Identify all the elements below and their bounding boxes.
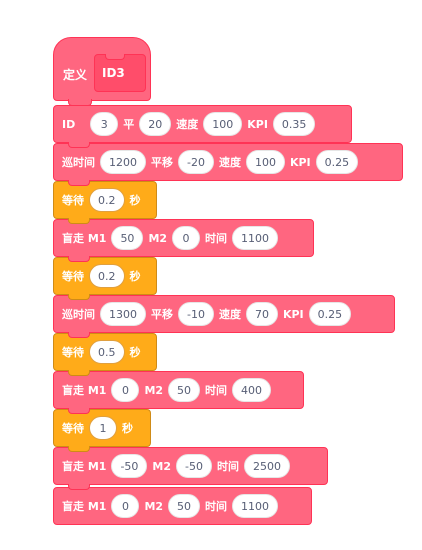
input-m1[interactable]: -50	[111, 454, 148, 478]
id-call-block[interactable]: ID 3 平 20 速度 100 KPI 0.35	[53, 105, 352, 148]
input-time[interactable]: 1100	[232, 494, 279, 518]
input-shift[interactable]: -10	[178, 302, 214, 326]
block-label-patrol-time: 巡时间	[62, 156, 95, 169]
block-label-speed: 速度	[218, 308, 241, 321]
input-time[interactable]: 400	[232, 378, 272, 402]
input-ping[interactable]: 20	[139, 112, 172, 136]
block-label-m2: M2	[144, 383, 164, 397]
block-bottom-tab	[68, 370, 90, 376]
block-label-m2: M2	[152, 459, 172, 473]
block-label-wait: 等待	[62, 194, 84, 207]
block-bottom-tab	[68, 218, 90, 224]
input-wait-seconds[interactable]: 1	[89, 416, 117, 440]
input-time[interactable]: 1100	[232, 226, 279, 250]
block-label-shift: 平移	[151, 156, 173, 169]
block-label-kpi: KPI	[282, 307, 304, 321]
block-label-speed: 速度	[176, 118, 199, 131]
input-shift[interactable]: -20	[178, 150, 214, 174]
block-label-wait: 等待	[62, 422, 84, 435]
input-m1[interactable]: 0	[111, 378, 140, 402]
input-m2[interactable]: 50	[168, 494, 201, 518]
code-canvas: 定义 ID3 ID 3 平 20 速度 100 KPI 0.35 巡时间 120…	[0, 0, 422, 550]
block-bottom-tab	[68, 294, 90, 300]
block-bottom-tab	[68, 484, 90, 490]
input-m1[interactable]: 0	[111, 494, 140, 518]
block-label-time: 时间	[205, 232, 228, 245]
block-label-wait: 等待	[62, 270, 84, 283]
input-kpi[interactable]: 0.35	[272, 112, 316, 136]
input-wait-seconds[interactable]: 0.2	[89, 264, 125, 288]
wait-block[interactable]: 等待 0.2 秒	[53, 257, 157, 300]
input-kpi[interactable]: 0.25	[308, 302, 352, 326]
blind-walk-block[interactable]: 盲走 M1 0 M2 50 时间 400	[53, 371, 304, 414]
wait-block[interactable]: 等待 0.5 秒	[53, 333, 157, 376]
input-m2[interactable]: 0	[172, 226, 201, 250]
input-m2[interactable]: 50	[168, 378, 201, 402]
block-label-blind-m1: 盲走 M1	[62, 500, 107, 513]
block-bottom-tab	[68, 180, 90, 186]
define-block[interactable]: 定义 ID3	[53, 37, 151, 106]
input-wait-seconds[interactable]: 0.2	[89, 188, 125, 212]
block-label-wait: 等待	[62, 346, 84, 359]
wait-block[interactable]: 等待 0.2 秒	[53, 181, 157, 224]
block-label-patrol-time: 巡时间	[62, 308, 95, 321]
input-patrol-time[interactable]: 1300	[100, 302, 146, 326]
block-bottom-tab	[68, 332, 90, 338]
procedure-name: ID3	[102, 66, 125, 80]
block-bottom-tab	[68, 408, 90, 414]
input-m1[interactable]: 50	[111, 226, 144, 250]
procedure-prototype[interactable]: ID3	[94, 54, 146, 92]
block-bottom-tab	[68, 142, 90, 148]
block-label-shift: 平移	[151, 308, 173, 321]
prototype-notch	[105, 54, 125, 60]
input-patrol-time[interactable]: 1200	[100, 150, 146, 174]
input-wait-seconds[interactable]: 0.5	[89, 340, 125, 364]
block-label-m2: M2	[148, 231, 168, 245]
block-label-m2: M2	[144, 499, 164, 513]
block-bottom-tab	[68, 446, 90, 452]
block-label-speed: 速度	[218, 156, 241, 169]
blind-walk-block[interactable]: 盲走 M1 0 M2 50 时间 1100	[53, 487, 312, 525]
block-label-seconds: 秒	[129, 270, 141, 283]
block-label-seconds: 秒	[129, 346, 141, 359]
define-label: 定义	[63, 68, 88, 82]
block-bottom-tab	[68, 256, 90, 262]
block-label-seconds: 秒	[129, 194, 141, 207]
block-label-kpi: KPI	[289, 155, 311, 169]
wait-block[interactable]: 等待 1 秒	[53, 409, 151, 452]
block-label-time: 时间	[205, 500, 228, 513]
block-label-blind-m1: 盲走 M1	[62, 460, 107, 473]
block-label-time: 时间	[216, 460, 239, 473]
block-label-time: 时间	[205, 384, 228, 397]
input-m2[interactable]: -50	[176, 454, 212, 478]
input-speed[interactable]: 70	[245, 302, 278, 326]
input-id-value[interactable]: 3	[90, 112, 119, 136]
blind-walk-block[interactable]: 盲走 M1 50 M2 0 时间 1100	[53, 219, 314, 262]
input-kpi[interactable]: 0.25	[315, 150, 359, 174]
patrol-block[interactable]: 巡时间 1300 平移 -10 速度 70 KPI 0.25	[53, 295, 395, 338]
blind-walk-block[interactable]: 盲走 M1 -50 M2 -50 时间 2500	[53, 447, 328, 490]
block-label-blind-m1: 盲走 M1	[62, 232, 107, 245]
block-label-id: ID	[62, 117, 76, 131]
patrol-block[interactable]: 巡时间 1200 平移 -20 速度 100 KPI 0.25	[53, 143, 403, 186]
input-speed[interactable]: 100	[203, 112, 243, 136]
block-label-kpi: KPI	[247, 117, 268, 131]
input-speed[interactable]: 100	[245, 150, 285, 174]
block-label-seconds: 秒	[122, 422, 133, 435]
block-label-blind-m1: 盲走 M1	[62, 384, 107, 397]
input-time[interactable]: 2500	[243, 454, 290, 478]
block-label-ping: 平	[123, 118, 135, 131]
